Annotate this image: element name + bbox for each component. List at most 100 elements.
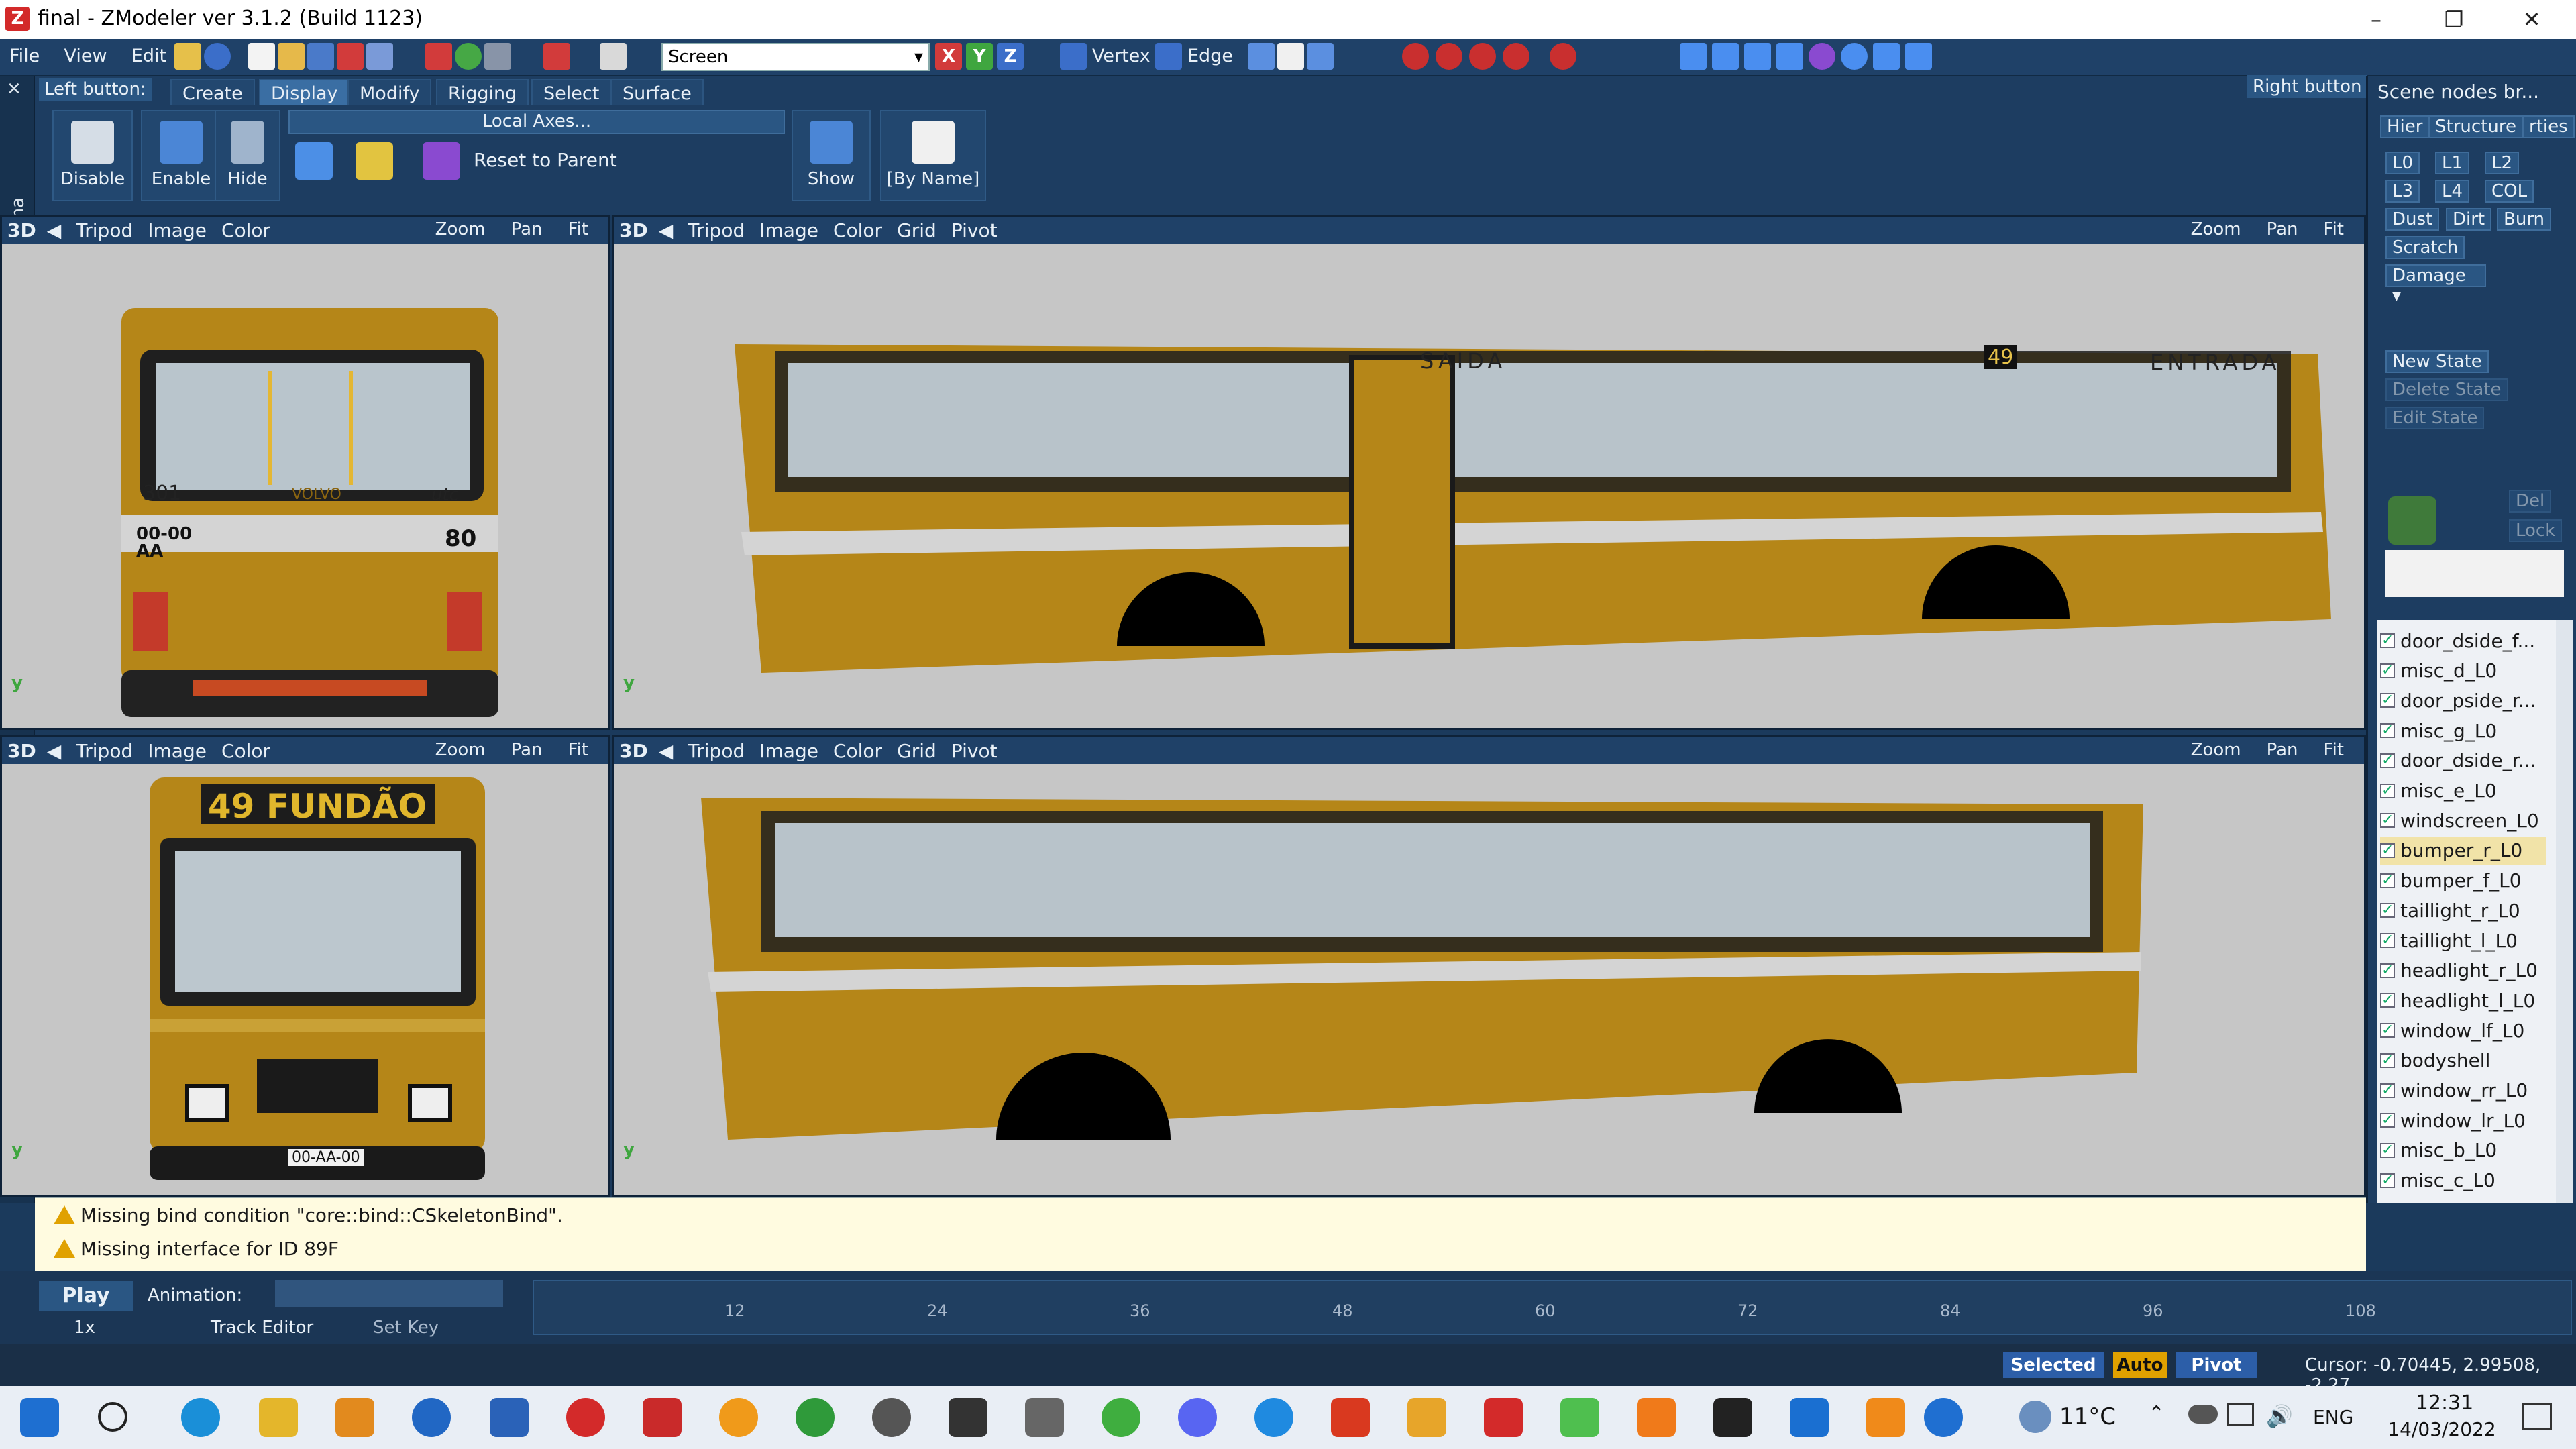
viewport-canvas[interactable]: 301 VOLVO utc 00-00 AA 80 y xyxy=(2,244,608,728)
cloud-app-icon[interactable] xyxy=(1331,1398,1370,1437)
node-list-scrollbar[interactable] xyxy=(2556,620,2573,1203)
axis-y-button[interactable]: Y xyxy=(966,43,993,70)
menu-file[interactable]: File xyxy=(0,39,49,73)
sphere-icon[interactable] xyxy=(1841,43,1868,70)
node-visibility-checkbox[interactable]: ✓ xyxy=(2380,633,2395,648)
color-toggle[interactable]: Color xyxy=(833,740,882,762)
tab-hier[interactable]: Hier xyxy=(2380,115,2430,138)
clock-date[interactable]: 14/03/2022 xyxy=(2381,1418,2502,1440)
lathe-icon[interactable] xyxy=(1873,43,1900,70)
tray-chevron-icon[interactable]: ⌃ xyxy=(2148,1402,2165,1426)
snap-icon[interactable] xyxy=(1436,43,1462,70)
onedrive-icon[interactable] xyxy=(2188,1405,2218,1424)
bevel-icon[interactable] xyxy=(1809,43,1835,70)
color-app-icon[interactable] xyxy=(1560,1398,1599,1437)
tripod-toggle[interactable]: Tripod xyxy=(688,219,745,241)
image-toggle[interactable]: Image xyxy=(148,740,207,762)
node-visibility-checkbox[interactable]: ✓ xyxy=(2380,933,2395,948)
tab-rigging[interactable]: Rigging xyxy=(436,79,529,105)
notifications-icon[interactable] xyxy=(2522,1403,2552,1430)
tab-surface[interactable]: Surface xyxy=(610,79,704,105)
image-toggle[interactable]: Image xyxy=(759,740,818,762)
screen-combo[interactable]: Screen ▾ xyxy=(661,43,930,71)
render-icon[interactable] xyxy=(425,43,452,70)
save-icon[interactable] xyxy=(307,43,334,70)
viewport-front[interactable]: 3D ◀ Tripod Image Color Zoom Pan Fit 49 FUN… xyxy=(0,735,610,1197)
axes-tool-icon[interactable] xyxy=(295,142,333,180)
delete-icon[interactable] xyxy=(337,43,364,70)
viewport-canvas[interactable]: SAIDA 49 ENTRADA y xyxy=(614,244,2364,728)
tab-modify[interactable]: Modify xyxy=(347,79,432,105)
viewport-right-side[interactable]: 3D ◀ Tripod Image Color Grid Pivot Zoom Pa… xyxy=(612,215,2366,730)
android-icon[interactable] xyxy=(1102,1398,1140,1437)
new-file-icon[interactable] xyxy=(248,43,275,70)
snap-vertex-icon[interactable] xyxy=(1503,43,1529,70)
play-button[interactable]: Play xyxy=(39,1281,133,1311)
toolbox-icon[interactable] xyxy=(1025,1398,1064,1437)
enable-button[interactable]: Enable xyxy=(141,110,221,201)
reset-to-parent-button[interactable]: Reset to Parent xyxy=(474,149,617,171)
zoom-button[interactable]: Zoom xyxy=(2191,740,2241,760)
rotate-icon[interactable] xyxy=(1712,43,1739,70)
scene-node-item[interactable]: ✓ misc_c_L0 xyxy=(2380,1167,2546,1195)
new-state-button[interactable]: New State xyxy=(2385,350,2489,373)
redo-icon[interactable] xyxy=(543,43,570,70)
menu-edit[interactable]: Edit xyxy=(122,39,176,73)
vlc-icon[interactable] xyxy=(1866,1398,1905,1437)
scene-node-item[interactable]: ✓ window_rr_L0 xyxy=(2380,1077,2546,1105)
color-toggle[interactable]: Color xyxy=(221,219,270,241)
grid-toggle[interactable]: Grid xyxy=(897,740,936,762)
fit-button[interactable]: Fit xyxy=(2324,219,2344,239)
by-name-button[interactable]: [By Name] xyxy=(880,110,986,201)
restore-button[interactable]: ❐ xyxy=(2415,0,2493,39)
extrude-icon[interactable] xyxy=(1776,43,1803,70)
node-visibility-checkbox[interactable]: ✓ xyxy=(2380,663,2395,678)
tripod-toggle[interactable]: Tripod xyxy=(76,219,133,241)
lock-button[interactable]: Lock xyxy=(2509,519,2563,542)
pivot-tool-icon[interactable] xyxy=(356,142,393,180)
lod-l4-button[interactable]: L4 xyxy=(2435,180,2470,203)
scene-node-item[interactable]: ✓ misc_b_L0 xyxy=(2380,1136,2546,1165)
tripod-toggle[interactable]: Tripod xyxy=(688,740,745,762)
node-visibility-checkbox[interactable]: ✓ xyxy=(2380,813,2395,828)
damage-dropdown[interactable]: Damage ▾ xyxy=(2385,264,2486,306)
node-visibility-checkbox[interactable]: ✓ xyxy=(2380,723,2395,739)
disable-button[interactable]: Disable xyxy=(52,110,133,201)
scene-node-item[interactable]: ✓ misc_e_L0 xyxy=(2380,777,2546,805)
show-button[interactable]: Show xyxy=(792,110,871,201)
tab-properties[interactable]: rties xyxy=(2522,115,2575,138)
photos-icon[interactable] xyxy=(1790,1398,1829,1437)
node-visibility-checkbox[interactable]: ✓ xyxy=(2380,1173,2395,1188)
speed-selector[interactable]: 1x xyxy=(74,1318,95,1338)
viewport-left-side[interactable]: 3D ◀ Tripod Image Color Grid Pivot Zoom Pa… xyxy=(612,735,2366,1197)
chat-icon[interactable] xyxy=(719,1398,758,1437)
lod-l1-button[interactable]: L1 xyxy=(2435,152,2470,174)
media-player-icon[interactable] xyxy=(335,1398,374,1437)
track-editor-button[interactable]: Track Editor xyxy=(211,1318,313,1338)
image-toggle[interactable]: Image xyxy=(759,219,818,241)
tab-create[interactable]: Create xyxy=(170,79,255,105)
scene-node-item[interactable]: ✓ taillight_r_L0 xyxy=(2380,896,2546,924)
fit-button[interactable]: Fit xyxy=(568,219,588,239)
vertex-mode-button[interactable]: Vertex xyxy=(1092,46,1150,66)
clapper-icon[interactable] xyxy=(949,1398,987,1437)
tool-icon[interactable] xyxy=(1905,43,1932,70)
scene-node-item[interactable]: ✓ misc_g_L0 xyxy=(2380,716,2546,745)
weather-temp[interactable]: 11°C xyxy=(2059,1403,2116,1430)
node-visibility-checkbox[interactable]: ✓ xyxy=(2380,693,2395,708)
scratch-button[interactable]: Scratch xyxy=(2385,236,2465,259)
node-visibility-checkbox[interactable]: ✓ xyxy=(2380,873,2395,888)
image-toggle[interactable]: Image xyxy=(148,219,207,241)
close-panel-icon[interactable]: ✕ xyxy=(7,79,21,99)
dust-button[interactable]: Dust xyxy=(2385,208,2440,231)
selected-mode-badge[interactable]: Selected xyxy=(2003,1352,2104,1378)
edge-mode-button[interactable]: Edge xyxy=(1187,46,1233,66)
zoom-button[interactable]: Zoom xyxy=(2191,219,2241,239)
notion-icon[interactable] xyxy=(1713,1398,1752,1437)
open-file-icon[interactable] xyxy=(278,43,305,70)
pan-button[interactable]: Pan xyxy=(2267,219,2298,239)
bluetooth-icon[interactable] xyxy=(1254,1398,1293,1437)
animation-select[interactable] xyxy=(275,1280,503,1307)
grid-toggle[interactable]: Grid xyxy=(897,219,936,241)
zoom-button[interactable]: Zoom xyxy=(435,740,486,760)
